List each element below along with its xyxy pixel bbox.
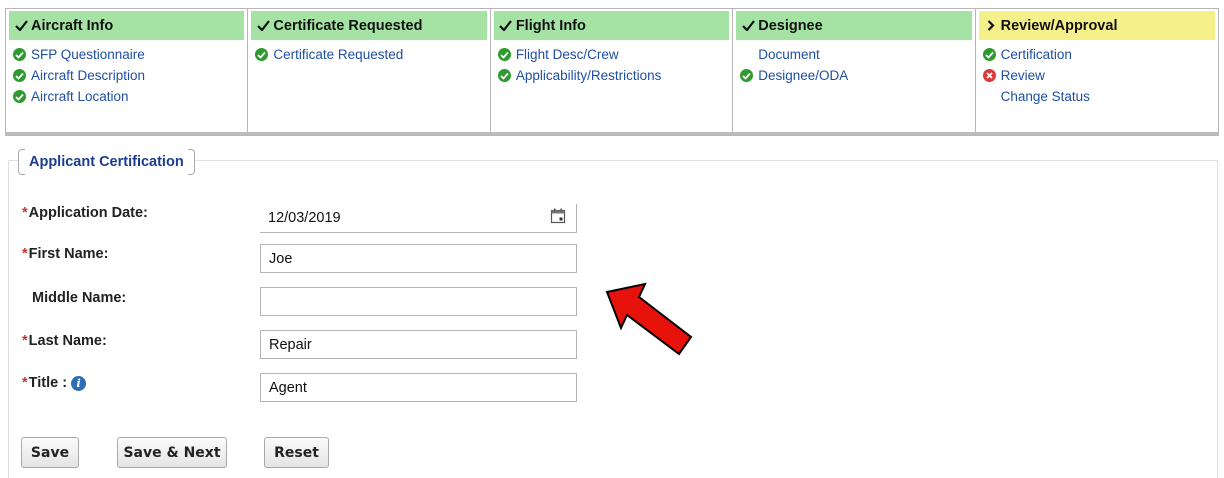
middle-name-field[interactable] [260, 287, 577, 316]
first-name-field[interactable]: Joe [260, 244, 577, 273]
wizard-steps: Aircraft Info SFP Questionnaire Aircraft… [5, 8, 1219, 136]
reset-button[interactable]: Reset [264, 437, 329, 468]
step-header-designee[interactable]: Designee [736, 11, 972, 40]
first-name-label: * First Name: [22, 246, 109, 262]
step-item-label: Change Status [1000, 89, 1090, 104]
step-title: Certificate Requested [273, 17, 423, 34]
step-title: Flight Info [515, 17, 586, 34]
step-aircraft-info: Aircraft Info SFP Questionnaire Aircraft… [6, 9, 249, 135]
step-item-certificate-requested[interactable]: Certificate Requested [255, 44, 489, 65]
checkmark-icon [498, 20, 514, 31]
title-label: * Title : i [22, 375, 87, 391]
step-header-review-approval[interactable]: Review/Approval [978, 11, 1216, 40]
step-item-label: Document [758, 47, 820, 62]
step-item-label: Aircraft Location [31, 89, 129, 104]
checkmark-icon [740, 20, 756, 31]
step-header-aircraft-info[interactable]: Aircraft Info [9, 11, 245, 40]
checkmark-icon [13, 20, 29, 31]
step-item-sfp-questionnaire[interactable]: SFP Questionnaire [13, 44, 247, 65]
application-date-value: 12/03/2019 [268, 210, 341, 226]
step-item-aircraft-location[interactable]: Aircraft Location [13, 86, 247, 107]
save-and-next-button[interactable]: Save & Next [117, 437, 227, 468]
step-header-certificate-requested[interactable]: Certificate Requested [251, 11, 487, 40]
title-field[interactable]: Agent [260, 373, 577, 402]
step-item-label: Review [1000, 68, 1045, 83]
step-item-label: Certification [1000, 47, 1072, 62]
step-review-approval: Review/Approval Certification Review Cha… [975, 9, 1219, 135]
check-circle-icon [982, 48, 996, 61]
step-item-label: Flight Desc/Crew [515, 47, 619, 62]
section-title: Applicant Certification [18, 149, 195, 175]
step-title: Review/Approval [1000, 17, 1118, 34]
last-name-label: * Last Name: [22, 333, 107, 349]
step-item-label: Designee/ODA [758, 68, 849, 83]
step-item-flight-desc-crew[interactable]: Flight Desc/Crew [497, 44, 732, 65]
application-date-field[interactable]: 12/03/2019 [260, 204, 577, 233]
step-item-review[interactable]: Review [982, 65, 1218, 86]
check-circle-icon [255, 48, 269, 61]
application-date-label: * Application Date: [22, 205, 148, 221]
calendar-icon[interactable] [550, 208, 566, 228]
red-arrow-annotation [605, 282, 693, 356]
check-circle-icon [13, 90, 26, 103]
step-certificate-requested: Certificate Requested Certificate Reques… [248, 9, 491, 135]
check-circle-icon [740, 69, 754, 82]
middle-name-label: Middle Name: [32, 290, 127, 306]
checkmark-icon [255, 20, 271, 31]
step-item-change-status[interactable]: Change Status [983, 86, 1218, 107]
check-circle-icon [497, 48, 511, 61]
step-title: Designee [758, 17, 823, 34]
step-designee: Designee Document Designee/ODA [733, 9, 976, 135]
step-item-certification[interactable]: Certification [982, 44, 1218, 65]
step-item-designee-oda[interactable]: Designee/ODA [740, 65, 974, 86]
step-item-label: Aircraft Description [31, 68, 146, 83]
step-title: Aircraft Info [31, 17, 114, 34]
check-circle-icon [13, 69, 26, 82]
check-circle-icon [13, 48, 26, 61]
info-icon[interactable]: i [71, 375, 87, 391]
step-flight-info: Flight Info Flight Desc/Crew Applicabili… [490, 9, 734, 135]
step-header-flight-info[interactable]: Flight Info [493, 11, 730, 40]
step-item-label: Certificate Requested [273, 47, 404, 62]
error-circle-icon [982, 69, 996, 82]
check-circle-icon [497, 69, 511, 82]
step-item-label: Applicability/Restrictions [515, 68, 662, 83]
save-button[interactable]: Save [21, 437, 79, 468]
chevron-right-icon [983, 20, 999, 31]
last-name-field[interactable]: Repair [260, 330, 577, 359]
step-item-applicability-restrictions[interactable]: Applicability/Restrictions [497, 65, 732, 86]
step-item-document[interactable]: Document [740, 44, 974, 65]
step-item-aircraft-description[interactable]: Aircraft Description [13, 65, 247, 86]
step-item-label: SFP Questionnaire [31, 47, 145, 62]
